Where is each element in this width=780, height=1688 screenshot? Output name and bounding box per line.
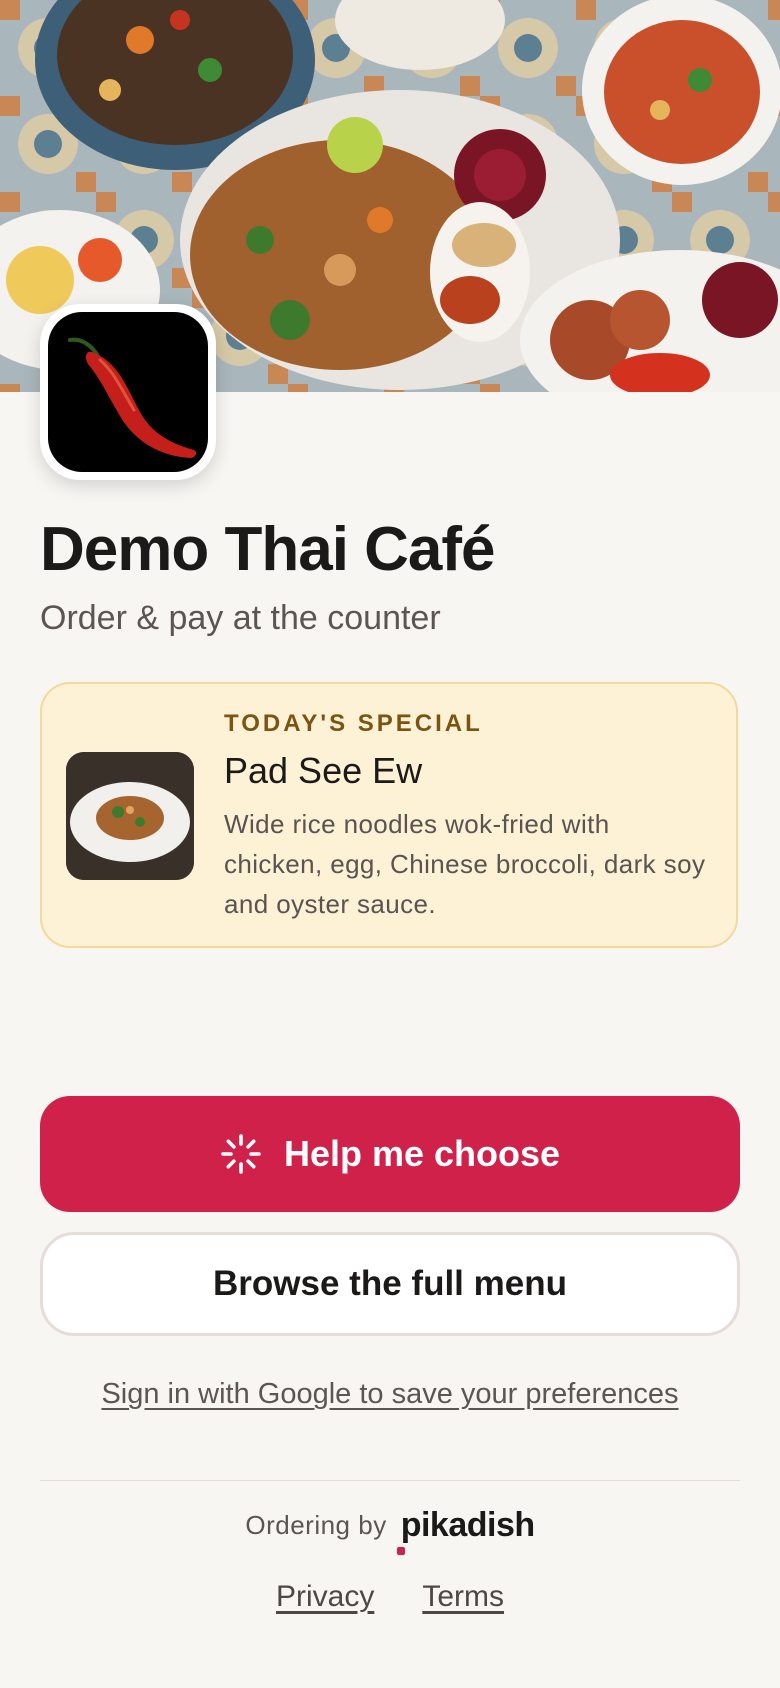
footer-links: Privacy Terms xyxy=(0,1580,780,1614)
special-dish-image xyxy=(66,752,194,880)
privacy-link[interactable]: Privacy xyxy=(276,1580,374,1614)
footer-divider xyxy=(40,1480,740,1481)
google-sign-in-link[interactable]: Sign in with Google to save your prefere… xyxy=(0,1378,780,1411)
pikadish-logo[interactable]: pikadish xyxy=(396,1506,535,1555)
special-tag: TODAY'S SPECIAL xyxy=(224,710,483,737)
brand-name: pikadish xyxy=(400,1506,535,1544)
help-me-choose-button[interactable]: Help me choose xyxy=(40,1096,740,1212)
ordering-by: Ordering by pikadish xyxy=(0,1506,780,1555)
restaurant-logo xyxy=(40,304,216,480)
chili-pepper-icon xyxy=(48,312,208,472)
special-dish-description: Wide rice noodles wok-fried with chicken… xyxy=(224,809,706,919)
terms-link[interactable]: Terms xyxy=(422,1580,504,1614)
brand-mark-icon xyxy=(396,1547,405,1555)
restaurant-name: Demo Thai Café xyxy=(40,515,496,584)
help-me-choose-label: Help me choose xyxy=(283,1133,561,1174)
browse-menu-button[interactable]: Browse the full menu xyxy=(40,1232,740,1336)
restaurant-subtitle: Order & pay at the counter xyxy=(40,599,441,637)
ordering-label: Ordering by xyxy=(245,1510,387,1540)
sparkle-spinner-icon xyxy=(221,1134,261,1174)
todays-special-card[interactable]: TODAY'S SPECIAL Pad See Ew Wide rice noo… xyxy=(40,682,738,948)
browse-menu-label: Browse the full menu xyxy=(213,1264,567,1303)
special-dish-name: Pad See Ew xyxy=(224,750,423,791)
